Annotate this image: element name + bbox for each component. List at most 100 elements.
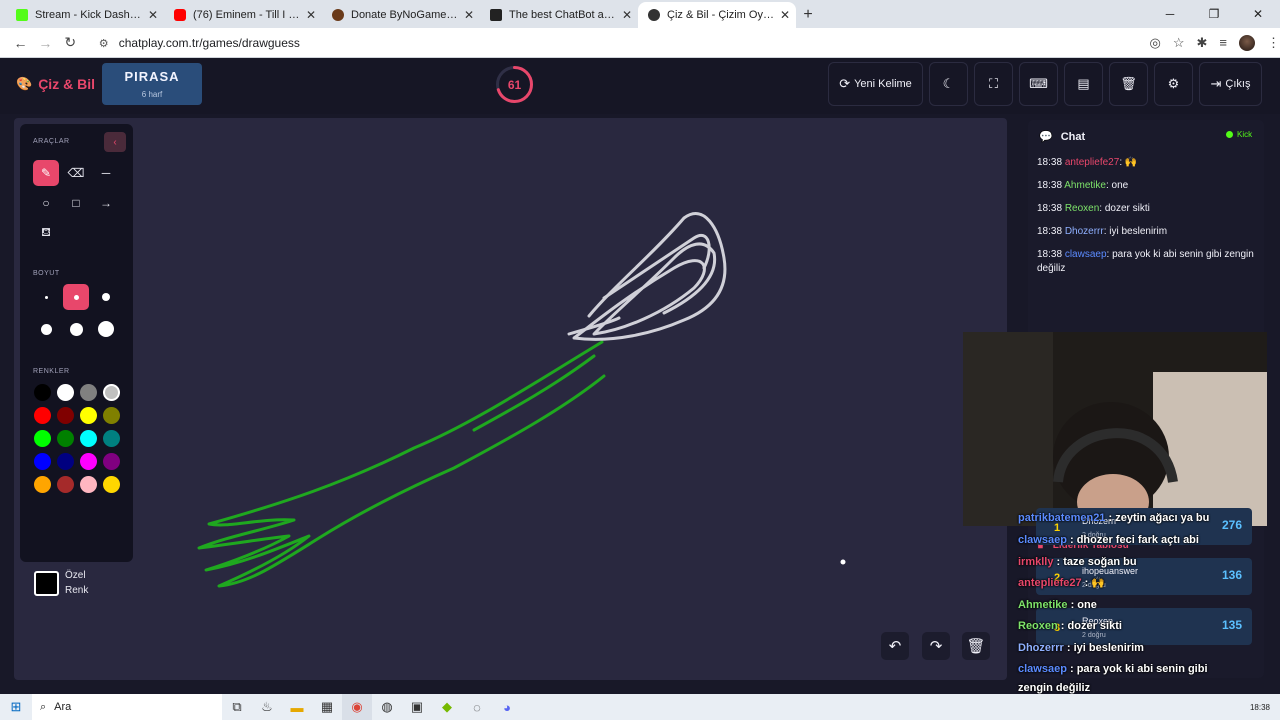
- circle-tool[interactable]: ○: [33, 190, 59, 216]
- collapse-tools-button[interactable]: ‹: [104, 132, 126, 152]
- epic-games-icon[interactable]: ▣: [402, 694, 432, 720]
- tab-chatbot[interactable]: The best ChatBot and Widgets ✕: [480, 2, 638, 28]
- tab-donate[interactable]: Donate ByNoGame - Gelen/Gide ✕: [322, 2, 480, 28]
- arrow-tool[interactable]: →: [93, 190, 119, 216]
- app-icon[interactable]: ◌: [462, 694, 492, 720]
- color-swatch[interactable]: [103, 453, 120, 470]
- site-info-icon[interactable]: ⚙: [99, 37, 111, 50]
- exit-button[interactable]: ⇥ Çıkış: [1199, 62, 1262, 106]
- chat-username[interactable]: Dhozerrr: [1065, 226, 1104, 237]
- windows-start-icon[interactable]: ⊞: [0, 694, 32, 720]
- overlay-chat-line: irmklly : taze soğan bu: [1018, 555, 1137, 569]
- chat-username[interactable]: Reoxen: [1065, 203, 1099, 214]
- taskbar-search[interactable]: ⌕ Ara: [32, 694, 222, 720]
- color-swatch[interactable]: [34, 407, 51, 424]
- steam-icon[interactable]: ♨: [252, 694, 282, 720]
- undo-button[interactable]: ↶: [881, 632, 909, 660]
- close-icon[interactable]: ✕: [622, 8, 632, 22]
- url-field[interactable]: ⚙ chatplay.com.tr/games/drawguess: [91, 31, 1136, 55]
- chevron-left-icon: ‹: [113, 136, 117, 148]
- color-swatch[interactable]: [57, 430, 74, 447]
- close-icon[interactable]: ✕: [148, 8, 158, 22]
- circle-icon: ○: [42, 196, 50, 210]
- menu-icon[interactable]: ⋮: [1267, 35, 1280, 51]
- store-icon[interactable]: ▦: [312, 694, 342, 720]
- reload-icon[interactable]: ↻: [58, 30, 83, 56]
- new-tab-button[interactable]: +: [796, 2, 820, 28]
- drawing-canvas[interactable]: [14, 118, 1007, 680]
- keyboard-button[interactable]: ⌨: [1019, 62, 1058, 106]
- color-swatch[interactable]: [34, 476, 51, 493]
- color-swatch[interactable]: [57, 476, 74, 493]
- forward-icon[interactable]: →: [33, 30, 58, 56]
- size-3[interactable]: [93, 284, 119, 310]
- sign-out-icon: ⇥: [1210, 76, 1222, 91]
- color-swatch[interactable]: [103, 476, 120, 493]
- eraser-tool[interactable]: ⌫: [63, 160, 89, 186]
- eye-off-icon[interactable]: ◎: [1149, 35, 1160, 51]
- color-swatch[interactable]: [103, 430, 120, 447]
- star-icon[interactable]: ☆: [1173, 35, 1185, 51]
- chat-username[interactable]: antepliefe27: [1065, 157, 1120, 168]
- tab-ciz-bil[interactable]: Çiz & Bil - Çizim Oyunu ✕: [638, 2, 796, 28]
- clear-canvas-button[interactable]: 🗑: [962, 632, 990, 660]
- delete-button[interactable]: 🗑: [1109, 62, 1148, 106]
- obs-icon[interactable]: ◍: [372, 694, 402, 720]
- restore-icon[interactable]: ❐: [1192, 0, 1236, 28]
- discord-icon[interactable]: ◕: [492, 694, 522, 720]
- redo-icon: ↷: [929, 638, 943, 655]
- color-swatch[interactable]: [34, 430, 51, 447]
- color-swatch[interactable]: [103, 407, 120, 424]
- task-view-icon[interactable]: ⧉: [222, 694, 252, 720]
- size-2[interactable]: [63, 284, 89, 310]
- size-4[interactable]: [33, 316, 59, 342]
- chrome-icon[interactable]: ◉: [342, 694, 372, 720]
- nvidia-icon[interactable]: ◆: [432, 694, 462, 720]
- color-swatch[interactable]: [103, 384, 120, 401]
- minimize-icon[interactable]: ─: [1148, 0, 1192, 28]
- clock[interactable]: 18:38: [1250, 703, 1270, 712]
- timer-value: 61: [507, 77, 522, 92]
- close-window-icon[interactable]: ✕: [1236, 0, 1280, 28]
- file-explorer-icon[interactable]: ▬: [282, 694, 312, 720]
- close-icon[interactable]: ✕: [780, 8, 790, 22]
- size-1[interactable]: [33, 284, 59, 310]
- extensions-icon[interactable]: ✱: [1196, 35, 1207, 51]
- kick-icon: [16, 9, 28, 21]
- chat-username[interactable]: clawsaep: [1065, 249, 1107, 260]
- fill-tool[interactable]: ⛾: [33, 220, 59, 246]
- color-swatch[interactable]: [34, 453, 51, 470]
- redo-button[interactable]: ↷: [922, 632, 950, 660]
- back-icon[interactable]: ←: [8, 30, 33, 56]
- color-swatch[interactable]: [34, 384, 51, 401]
- close-icon[interactable]: ✕: [306, 8, 316, 22]
- color-swatch[interactable]: [80, 407, 97, 424]
- size-6[interactable]: [93, 316, 119, 342]
- archive-button[interactable]: ▤: [1064, 62, 1103, 106]
- settings-button[interactable]: ⚙: [1154, 62, 1193, 106]
- line-tool[interactable]: ─: [93, 160, 119, 186]
- fullscreen-button[interactable]: ⛶: [974, 62, 1013, 106]
- tab-kick-dashboard[interactable]: Stream - Kick Dashboard ✕: [6, 2, 164, 28]
- color-swatch[interactable]: [57, 407, 74, 424]
- rectangle-tool[interactable]: □: [63, 190, 89, 216]
- chat-username[interactable]: Ahmetike: [1064, 180, 1106, 191]
- pen-tool[interactable]: ✎: [33, 160, 59, 186]
- color-swatch[interactable]: [57, 453, 74, 470]
- new-word-button[interactable]: ⟳ Yeni Kelime: [828, 62, 923, 106]
- overlay-chat-line: patrikbatemen21 : zeytin ağacı ya bu: [1018, 511, 1209, 525]
- color-swatch[interactable]: [80, 384, 97, 401]
- theme-toggle-button[interactable]: ☾: [929, 62, 968, 106]
- bynogame-icon: [332, 9, 344, 21]
- size-5[interactable]: [63, 316, 89, 342]
- custom-color-button[interactable]: Özel Renk: [34, 560, 120, 606]
- color-swatch[interactable]: [80, 476, 97, 493]
- avatar[interactable]: [1238, 34, 1255, 51]
- color-swatch[interactable]: [80, 430, 97, 447]
- tab-youtube[interactable]: (76) Eminem - Till I Collapse ✕: [164, 2, 322, 28]
- close-icon[interactable]: ✕: [464, 8, 474, 22]
- logo[interactable]: 🎨 Çiz & Bil: [16, 76, 95, 92]
- media-icon[interactable]: ≡: [1219, 35, 1227, 50]
- color-swatch[interactable]: [80, 453, 97, 470]
- color-swatch[interactable]: [57, 384, 74, 401]
